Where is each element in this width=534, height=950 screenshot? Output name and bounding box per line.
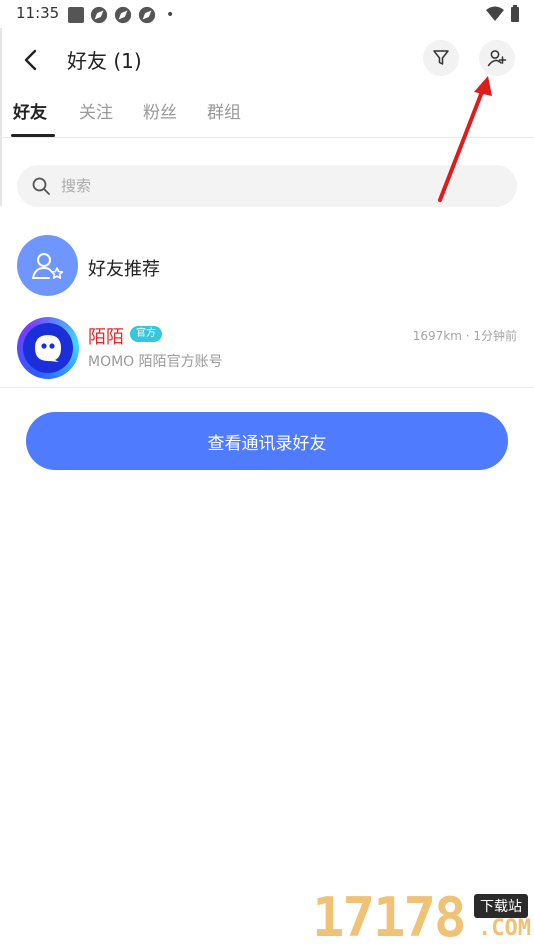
back-button[interactable] bbox=[14, 44, 46, 76]
recommend-label: 好友推荐 bbox=[88, 259, 160, 280]
annotation-arrow-icon bbox=[438, 76, 492, 202]
filter-icon bbox=[433, 50, 449, 65]
tab-fans[interactable]: 粉丝 bbox=[143, 98, 177, 123]
more-notifications-dot: • bbox=[166, 7, 175, 23]
site-watermark-logo: 17178 下载站 .COM bbox=[312, 886, 534, 950]
pinwheel-icon bbox=[90, 6, 108, 24]
tab-friends[interactable]: 好友 bbox=[13, 98, 47, 123]
chevron-left-icon bbox=[24, 49, 37, 71]
user-star-icon bbox=[31, 252, 63, 279]
friend-distance-time: 1697km · 1分钟前 bbox=[412, 329, 517, 343]
friend-name: 陌陌 bbox=[88, 327, 124, 348]
app-notification-icon bbox=[68, 7, 84, 23]
avatar bbox=[17, 317, 79, 379]
watermark-digits: 17178 bbox=[312, 886, 467, 949]
recommend-avatar bbox=[17, 235, 78, 296]
pinwheel-icon bbox=[114, 6, 132, 24]
notification-icons: • bbox=[68, 6, 174, 24]
add-user-icon bbox=[487, 50, 507, 67]
watermark-com: .COM bbox=[478, 916, 531, 941]
friend-description: MOMO 陌陌官方账号 bbox=[88, 354, 223, 370]
pinwheel-icon bbox=[138, 6, 156, 24]
active-tab-indicator bbox=[11, 134, 55, 137]
tab-following[interactable]: 关注 bbox=[79, 98, 113, 123]
status-time: 11:35 bbox=[16, 4, 60, 22]
list-item[interactable]: 陌陌 官方 1697km · 1分钟前 MOMO 陌陌官方账号 bbox=[0, 316, 534, 388]
search-icon bbox=[32, 177, 50, 195]
tab-groups[interactable]: 群组 bbox=[207, 98, 241, 123]
status-bar: 11:35 • bbox=[0, 0, 534, 28]
momo-logo-icon bbox=[23, 323, 73, 373]
official-badge: 官方 bbox=[130, 326, 162, 342]
page-title: 好友 (1) bbox=[67, 49, 142, 73]
watermark-tag: 下载站 bbox=[474, 894, 528, 918]
wifi-icon bbox=[486, 6, 504, 21]
view-contacts-friends-button[interactable]: 查看通讯录好友 bbox=[26, 412, 508, 470]
friend-recommendation-item[interactable]: 好友推荐 bbox=[0, 234, 534, 298]
system-icons bbox=[486, 5, 520, 23]
battery-icon bbox=[511, 5, 519, 22]
